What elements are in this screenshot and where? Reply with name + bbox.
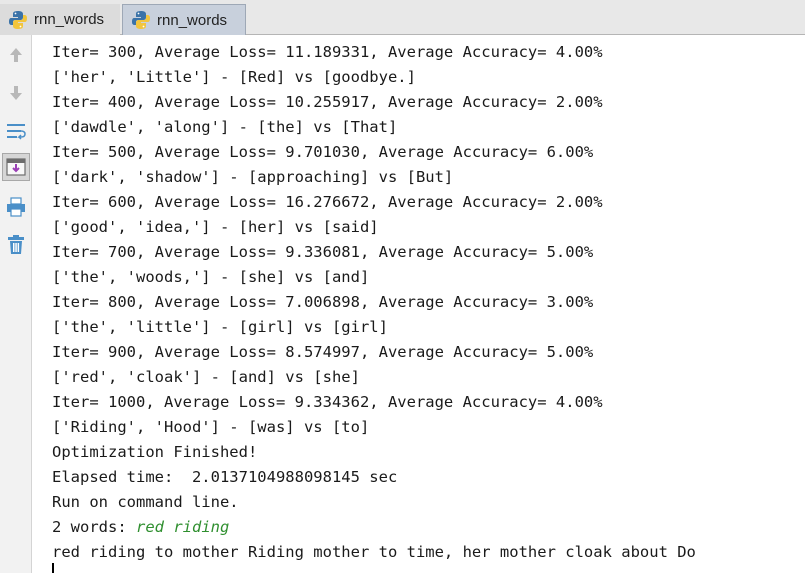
scroll-down-button[interactable] (2, 79, 30, 107)
tab-rnn-words-1[interactable]: rnn_words (0, 4, 120, 35)
soft-wrap-button[interactable] (2, 117, 30, 145)
tab-label: rnn_words (157, 11, 228, 29)
python-icon (9, 10, 27, 29)
user-input-text: red riding (136, 518, 230, 536)
arrow-down-icon (10, 86, 22, 100)
console-line: ['dark', 'shadow'] - [approaching] vs [B… (52, 168, 454, 186)
tab-label: rnn_words (34, 11, 105, 28)
console-line: Run on command line. (52, 493, 239, 511)
console-line: ['red', 'cloak'] - [and] vs [she] (52, 368, 360, 386)
trash-icon (8, 235, 24, 254)
console-line: ['Riding', 'Hood'] - [was] vs [to] (52, 418, 370, 436)
print-button[interactable] (2, 193, 30, 221)
console-log: Iter= 300, Average Loss= 11.189331, Aver… (52, 40, 805, 515)
input-prompt: 2 words: (52, 518, 136, 536)
scroll-to-end-icon (6, 158, 26, 176)
console-line: ['the', 'little'] - [girl] vs [girl] (52, 318, 388, 336)
console-line: Iter= 600, Average Loss= 16.276672, Aver… (52, 193, 603, 211)
console-line: ['good', 'idea,'] - [her] vs [said] (52, 218, 379, 236)
console-line: ['the', 'woods,'] - [she] vs [and] (52, 268, 370, 286)
console-line: ['dawdle', 'along'] - [the] vs [That] (52, 118, 398, 136)
scroll-up-button[interactable] (2, 41, 30, 69)
console-line: ['her', 'Little'] - [Red] vs [goodbye.] (52, 68, 416, 86)
python-icon (132, 11, 150, 29)
console-toolbar (0, 35, 32, 573)
console-line: Iter= 900, Average Loss= 8.574997, Avera… (52, 343, 594, 361)
console-line: Iter= 300, Average Loss= 11.189331, Aver… (52, 43, 603, 61)
console-line: Iter= 400, Average Loss= 10.255917, Aver… (52, 93, 603, 111)
console-output[interactable]: Iter= 300, Average Loss= 11.189331, Aver… (52, 40, 805, 573)
console-line: Elapsed time: 2.0137104988098145 sec (52, 468, 398, 486)
console-line: Iter= 700, Average Loss= 9.336081, Avera… (52, 243, 594, 261)
console-line: Iter= 800, Average Loss= 7.006898, Avera… (52, 293, 594, 311)
console-line: Iter= 500, Average Loss= 9.701030, Avera… (52, 143, 594, 161)
arrow-up-icon (10, 48, 22, 62)
clear-all-button[interactable] (2, 231, 30, 259)
print-icon (7, 197, 25, 217)
tab-rnn-words-2[interactable]: rnn_words (122, 4, 246, 35)
generated-output-line: red riding to mother Riding mother to ti… (52, 543, 696, 561)
text-cursor (52, 563, 54, 573)
tab-bar: rnn_words rnn_words (0, 0, 805, 35)
scroll-to-end-button[interactable] (2, 153, 30, 181)
console-input-line: 2 words: red riding (52, 515, 805, 540)
console-line: Optimization Finished! (52, 443, 258, 461)
console-line: Iter= 1000, Average Loss= 9.334362, Aver… (52, 393, 603, 411)
soft-wrap-icon (7, 124, 26, 140)
